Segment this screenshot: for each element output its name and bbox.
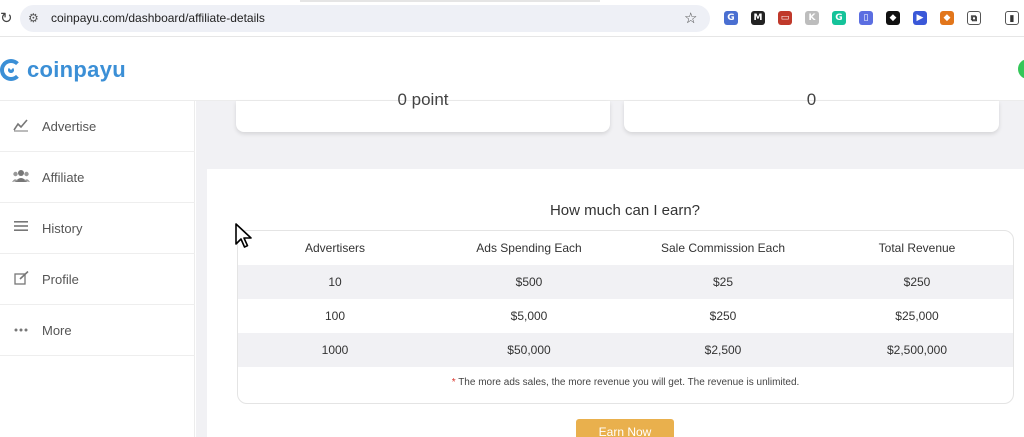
address-bar[interactable]: ⚙ coinpayu.com/dashboard/affiliate-detai… [20, 5, 710, 32]
inbox-extension-icon[interactable]: ▭ [778, 11, 792, 25]
k-extension-icon[interactable]: K [805, 11, 819, 25]
ellipsis-icon [12, 322, 30, 338]
column-header: Total Revenue [878, 241, 956, 255]
count-value: 0 [806, 90, 817, 109]
tab-strip-edge [300, 0, 600, 2]
m-extension-icon[interactable]: M [751, 11, 765, 25]
earnings-panel: How much can I earn? Advertisers Ads Spe… [207, 169, 1024, 437]
earnings-note: * The more ads sales, the more revenue y… [238, 376, 1013, 390]
metamask-icon[interactable]: ◆ [940, 11, 954, 25]
grammarly-icon[interactable]: G [832, 11, 846, 25]
logo-text[interactable]: coinpayu [27, 57, 126, 83]
table-cell: $50,000 [507, 343, 551, 357]
table-cell: $2,500,000 [886, 343, 948, 357]
screen-extension-icon[interactable]: ▯ [859, 11, 873, 25]
column-header: Ads Spending Each [476, 241, 582, 255]
sidebar-item-label: More [42, 323, 72, 338]
count-card: 0 [624, 91, 999, 132]
table-cell: $25 [712, 275, 734, 289]
mouse-cursor-icon [235, 223, 252, 248]
points-value: 0 point [397, 90, 449, 109]
sidebar-item-advertise[interactable]: Advertise [0, 101, 195, 152]
users-icon [12, 169, 30, 185]
chart-line-icon [12, 118, 30, 134]
earnings-table: Advertisers Ads Spending Each Sale Commi… [237, 230, 1014, 404]
logo-icon[interactable] [0, 59, 22, 81]
note-marker: * [451, 377, 456, 388]
table-cell: 10 [328, 275, 342, 289]
browser-toolbar: ↻ ⚙ coinpayu.com/dashboard/affiliate-det… [0, 0, 1024, 37]
translate-icon[interactable]: G [724, 11, 738, 25]
column-header: Advertisers [304, 241, 366, 255]
note-text: The more ads sales, the more revenue you… [458, 377, 800, 388]
earnings-title: How much can I earn? [549, 202, 701, 219]
table-row: 1000 $50,000 $2,500 $2,500,000 [238, 333, 1013, 367]
list-icon [12, 220, 30, 236]
table-cell: $250 [903, 275, 931, 289]
table-header-row: Advertisers Ads Spending Each Sale Commi… [238, 231, 1013, 265]
table-cell: $25,000 [895, 309, 939, 323]
column-header: Sale Commission Each [660, 241, 786, 255]
table-cell: $250 [709, 309, 737, 323]
sidebar-item-label: History [42, 221, 83, 236]
sidebar-item-history[interactable]: History [0, 203, 195, 254]
edit-icon [12, 270, 30, 287]
sidebar-item-label: Advertise [42, 119, 97, 134]
sidebar-item-label: Profile [42, 272, 79, 287]
sidebar: Advertise Affiliate History Profile More [0, 101, 195, 437]
sidebar-item-profile[interactable]: Profile [0, 254, 195, 305]
table-cell: $2,500 [704, 343, 742, 357]
site-info-icon[interactable]: ⚙ [28, 11, 42, 25]
earn-now-button[interactable]: Earn Now [576, 419, 674, 437]
extensions-puzzle-icon[interactable]: ⧉ [967, 11, 981, 25]
table-cell: 100 [324, 309, 346, 323]
table-cell: $5,000 [510, 309, 548, 323]
table-cell: $500 [515, 275, 543, 289]
table-row: 100 $5,000 $250 $25,000 [238, 299, 1013, 333]
bookmark-star-icon[interactable]: ☆ [684, 9, 697, 27]
logo-icon-inner [8, 67, 14, 73]
table-cell: 1000 [321, 343, 349, 357]
points-card: 0 point [236, 91, 610, 132]
reload-icon[interactable]: ↻ [0, 9, 14, 27]
side-panel-icon[interactable]: ▮ [1005, 11, 1019, 25]
avatar[interactable] [1018, 59, 1024, 79]
play-extension-icon[interactable]: ▶ [913, 11, 927, 25]
sidebar-item-affiliate[interactable]: Affiliate [0, 152, 195, 203]
url-text[interactable]: coinpayu.com/dashboard/affiliate-details [51, 11, 265, 26]
table-row: 10 $500 $25 $250 [238, 265, 1013, 299]
sidebar-item-label: Affiliate [42, 170, 85, 185]
drop-extension-icon[interactable]: ◆ [886, 11, 900, 25]
sidebar-item-more[interactable]: More [0, 305, 195, 356]
